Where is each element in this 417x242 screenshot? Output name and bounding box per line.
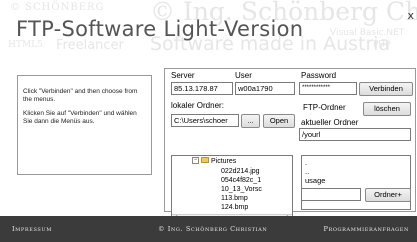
remote-path-input[interactable]: /yourl <box>299 128 411 141</box>
tree-item[interactable]: 113.bmp <box>221 194 248 203</box>
local-file-tree[interactable]: − Pictures 022d214.jpg 054c4f82c_1 10_13_… <box>171 155 293 223</box>
ftp-folder-label: FTP-Ordner <box>303 103 346 112</box>
folder-icon <box>201 157 209 164</box>
header: © SCHÖNBERG © Ing. Schönberg Christian H… <box>0 0 417 64</box>
delete-button[interactable]: löschen <box>363 102 411 116</box>
tree-item[interactable]: 124.bmp <box>221 203 248 212</box>
new-folder-button[interactable]: Ordner+ <box>365 188 411 202</box>
instructions-box: Click "Verbinden" and then choose from t… <box>17 75 152 175</box>
tree-item[interactable]: 054c4f82c_1 <box>221 176 261 185</box>
user-label: User <box>235 71 252 80</box>
password-label: Password <box>301 71 337 80</box>
remote-item[interactable]: .. <box>305 167 407 176</box>
tree-item[interactable]: 022d214.jpg <box>221 167 260 176</box>
current-folder-label: aktueller Ordner <box>301 118 359 127</box>
server-label: Server <box>171 71 195 80</box>
connect-button[interactable]: Verbinden <box>359 82 413 96</box>
password-input[interactable]: ************ <box>299 82 357 95</box>
footer: Impressum © Ing. Schönberg Christian Pro… <box>0 216 417 242</box>
impressum-link[interactable]: Impressum <box>12 225 52 233</box>
browse-button[interactable]: ... <box>241 114 260 128</box>
remote-item[interactable]: . <box>305 158 407 167</box>
remote-item[interactable]: usage <box>305 176 407 185</box>
close-icon[interactable]: x <box>407 9 414 22</box>
user-input[interactable]: w00a1790 <box>235 82 295 95</box>
watermark-php: PHP <box>373 40 391 50</box>
tree-item[interactable]: 10_13_Vorsc <box>221 185 262 194</box>
open-button[interactable]: Open <box>263 114 295 128</box>
instructions-german: Klicken Sie auf "Verbinden" und wählen S… <box>23 110 137 125</box>
local-path-input[interactable]: C:\Users\schoer <box>171 114 239 127</box>
programming-requests-link[interactable]: Programmieranfragen <box>324 225 410 233</box>
watermark-copyright-small: © SCHÖNBERG <box>10 2 105 13</box>
collapse-icon[interactable]: − <box>192 156 199 164</box>
watermark-html5: HTML5 <box>8 40 43 50</box>
app-title: FTP-Software Light-Version <box>16 17 304 41</box>
local-folder-label: lokaler Ordner: <box>171 101 224 110</box>
server-input[interactable]: 85.13.178.87 <box>171 82 233 95</box>
new-folder-input[interactable] <box>301 188 361 201</box>
copyright-text: © Ing. Schönberg Christian <box>158 225 268 233</box>
instructions-english: Click "Verbinden" and then choose from t… <box>23 88 138 103</box>
ftp-panel: Server User Password 85.13.178.87 w00a17… <box>164 68 416 223</box>
tree-root-pictures[interactable]: − Pictures <box>192 156 237 166</box>
tree-root-label: Pictures <box>211 158 237 165</box>
watermark-visual-basic: Visual Basic.NET <box>330 28 405 38</box>
